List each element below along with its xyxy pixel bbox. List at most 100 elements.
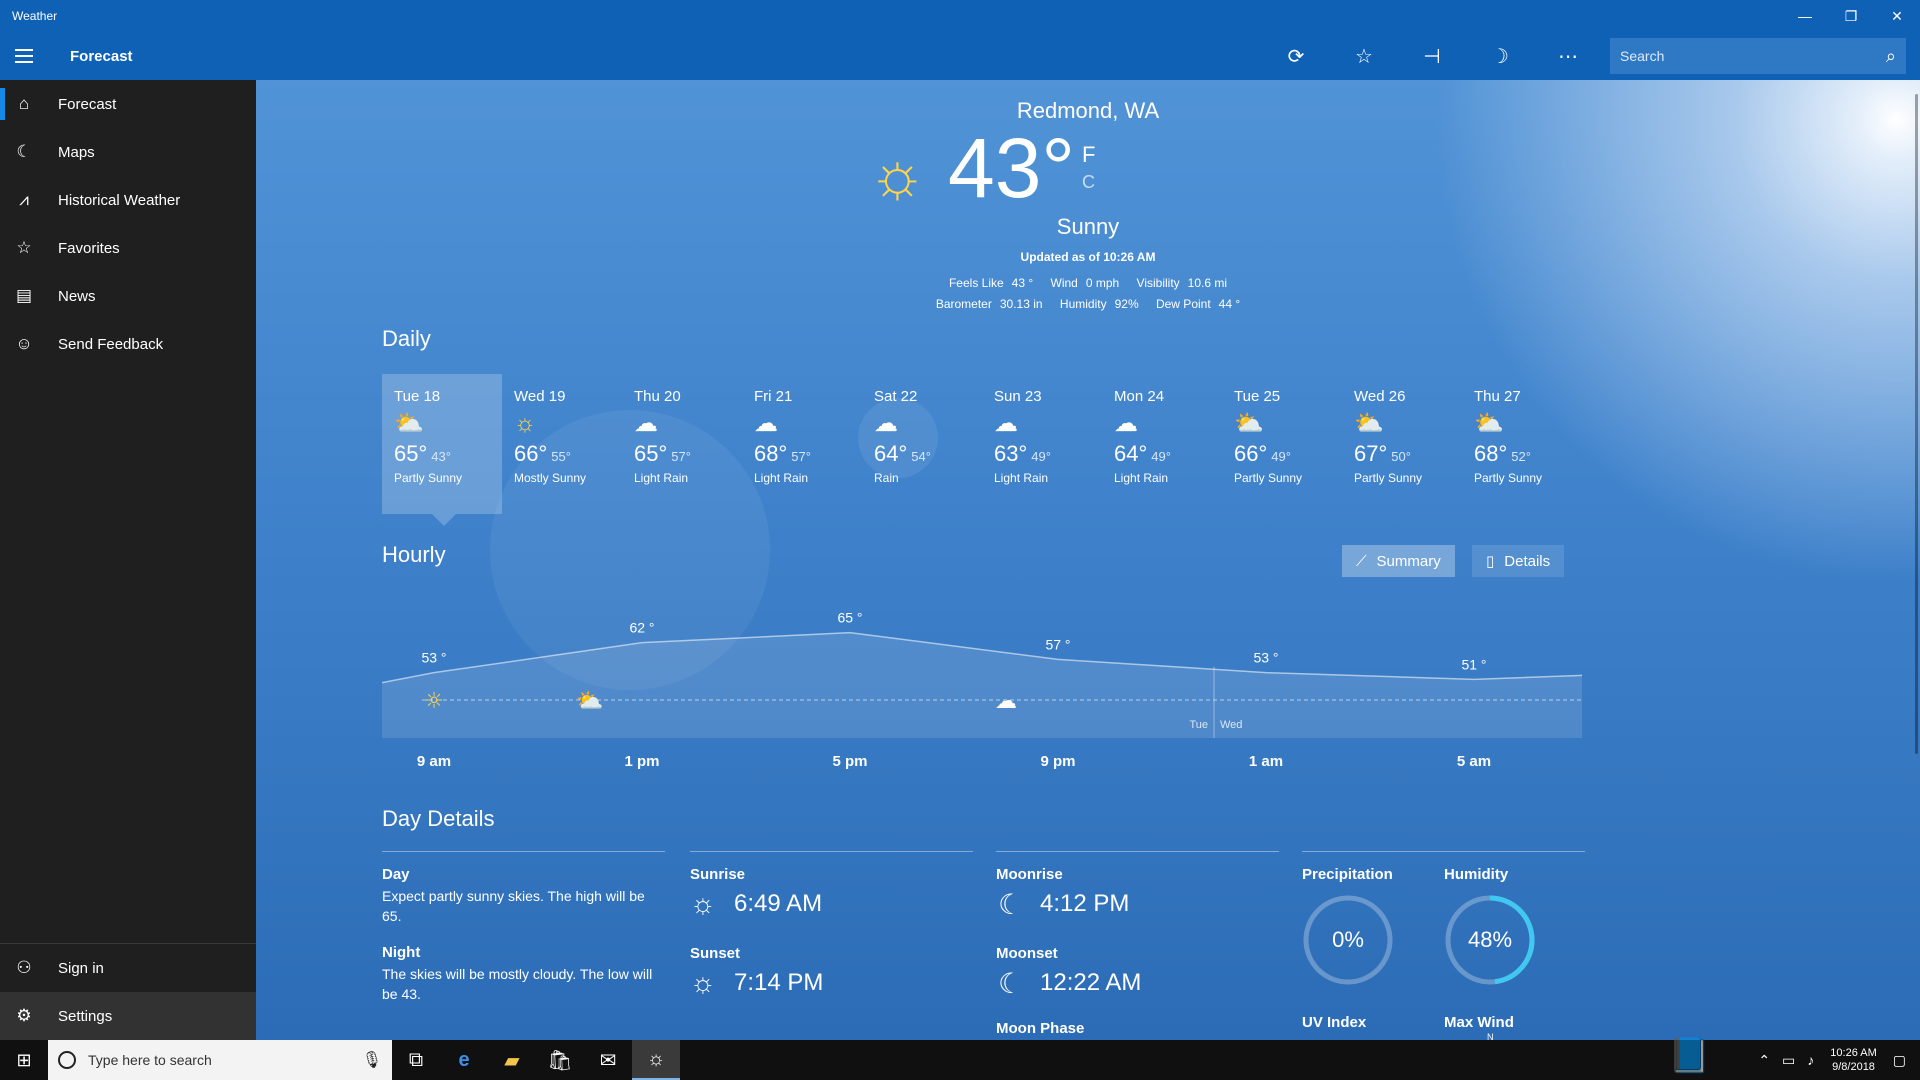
- sidebar-bottom: ⚇ Sign in ⚙ Settings: [0, 943, 256, 1040]
- news-icon: ▤: [15, 286, 33, 305]
- day-details-title: Day Details: [382, 806, 495, 831]
- visibility: Visibility 10.6 mi: [1137, 276, 1227, 290]
- windows-logo-icon: ⊞: [16, 1049, 32, 1070]
- daily-card[interactable]: Tue 25 ⛅ 66° 49° Partly Sunny: [1222, 374, 1342, 514]
- store-button[interactable]: 🛍: [536, 1040, 584, 1080]
- sidebar-item-sign-in[interactable]: ⚇ Sign in: [0, 944, 256, 992]
- sidebar-item-favorites[interactable]: ☆ Favorites: [0, 224, 256, 272]
- sidebar-item-historical-weather[interactable]: ⩘ Historical Weather: [0, 176, 256, 224]
- barometer: Barometer 30.13 in: [936, 297, 1043, 311]
- unit-celsius[interactable]: C: [1082, 172, 1095, 193]
- detail-value: 0 mph: [1085, 276, 1120, 290]
- sidebar-item-settings[interactable]: ⚙ Settings: [0, 992, 256, 1040]
- sidebar-item-label: Historical Weather: [58, 191, 181, 209]
- detail-label: Humidity: [1059, 297, 1107, 311]
- sidebar-item-forecast[interactable]: ⌂ Forecast: [0, 80, 256, 128]
- details-row-2: Barometer 30.13 in Humidity 92% Dew Point 4…: [256, 297, 1920, 311]
- sidebar-item-label: Favorites: [58, 239, 120, 257]
- hamburger-icon: [15, 55, 33, 57]
- sidebar-item-label: Settings: [58, 1007, 113, 1025]
- hourly-time-label: 9 pm: [1040, 753, 1075, 770]
- detail-value: 44 °: [1218, 297, 1241, 311]
- high-temp: 66°: [514, 441, 548, 466]
- day-name: Sat 22: [874, 388, 918, 405]
- detail-value: 43 °: [1011, 276, 1034, 290]
- detail-value: 92%: [1114, 297, 1139, 311]
- forecast-content[interactable]: Redmond, WA ☼ 43° F C Sunny Updated as o…: [256, 80, 1920, 1040]
- edge-button[interactable]: e: [440, 1040, 488, 1080]
- hourly-temp-label: 53 °: [421, 650, 446, 666]
- sidebar-item-label: News: [58, 287, 96, 305]
- low-temp: 57°: [791, 449, 811, 464]
- details-row-1: Feels Like 43 ° Wind 0 mph Visibility 10.6 …: [256, 276, 1920, 290]
- day-name: Mon 24: [1114, 388, 1165, 405]
- detail-label: Visibility: [1136, 276, 1180, 290]
- sunset-time: 7:14 PM: [734, 969, 824, 996]
- action-center-icon[interactable]: ▢: [1893, 1052, 1906, 1069]
- day-condition: Light Rain: [754, 471, 809, 485]
- low-temp: 43°: [431, 449, 451, 464]
- pin-button[interactable]: ⊣: [1398, 32, 1466, 80]
- book-logo-icon: 📘: [1668, 1037, 1711, 1075]
- weather-icon: ☼: [646, 1047, 666, 1070]
- day-temps: 64° 54°: [874, 441, 982, 467]
- document-icon: ▯: [1486, 553, 1495, 570]
- daily-card[interactable]: Tue 18 ⛅ 65° 43° Partly Sunny: [382, 374, 502, 526]
- microphone-icon[interactable]: 🎙: [362, 1050, 382, 1070]
- restore-button[interactable]: ❐: [1828, 0, 1874, 32]
- day-name: Tue 25: [1234, 388, 1281, 405]
- more-button[interactable]: ⋯: [1534, 32, 1602, 80]
- daily-card[interactable]: Wed 26 ⛅ 67° 50° Partly Sunny: [1342, 374, 1462, 514]
- day-name: Wed 26: [1354, 388, 1406, 405]
- hourly-temp-label: 51 °: [1461, 656, 1486, 672]
- low-temp: 49°: [1271, 449, 1291, 464]
- sidebar-item-send-feedback[interactable]: ☺ Send Feedback: [0, 320, 256, 368]
- favorite-button[interactable]: ☆: [1330, 32, 1398, 80]
- daily-card[interactable]: Wed 19 ☼ 66° 55° Mostly Sunny: [502, 374, 622, 514]
- daily-card[interactable]: Thu 20 ☁ 65° 57° Light Rain: [622, 374, 742, 514]
- weather-taskbar-button[interactable]: ☼: [632, 1040, 680, 1080]
- daily-card[interactable]: Sat 22 ☁ 64° 54° Rain: [862, 374, 982, 514]
- sunrise-icon: ☼: [690, 888, 716, 919]
- taskbar-search: 🎙: [48, 1040, 392, 1080]
- daily-card[interactable]: Mon 24 ☁ 64° 49° Light Rain: [1102, 374, 1222, 514]
- sidebar-item-label: Sign in: [58, 959, 104, 977]
- moon-phase-label: Moon Phase: [996, 1020, 1085, 1037]
- theme-button[interactable]: ☽: [1466, 32, 1534, 80]
- scrollbar[interactable]: [1915, 94, 1918, 754]
- sidebar: ⌂ Forecast ☾ Maps ⩘ Historical Weather ☆…: [0, 80, 256, 1040]
- daily-card[interactable]: Fri 21 ☁ 68° 57° Light Rain: [742, 374, 862, 514]
- hourly-title: Hourly: [382, 542, 446, 567]
- dew-point: Dew Point 44 °: [1156, 297, 1240, 311]
- day-condition: Rain: [874, 471, 899, 485]
- daily-card[interactable]: Sun 23 ☁ 63° 49° Light Rain: [982, 374, 1102, 514]
- hourly-chart[interactable]: Tue Wed 53 ° 62 ° 65 ° 57 ° 53 ° 51 ° 9 am 1 pm 5 …: [382, 590, 1582, 850]
- detail-label: Barometer: [935, 297, 992, 311]
- summary-toggle[interactable]: ⟋ Summary: [1342, 545, 1455, 577]
- sunset-icon: ☼: [690, 967, 716, 998]
- precipitation-value: 0%: [1332, 927, 1364, 952]
- start-button[interactable]: ⊞: [0, 1040, 48, 1080]
- moonset-label: Moonset: [996, 945, 1058, 962]
- refresh-button[interactable]: ⟳: [1262, 32, 1330, 80]
- mail-button[interactable]: ✉: [584, 1040, 632, 1080]
- details-toggle[interactable]: ▯ Details: [1472, 545, 1565, 577]
- day-name: Fri 21: [754, 388, 793, 405]
- taskbar-search-input[interactable]: [88, 1052, 362, 1068]
- high-temp: 65°: [634, 441, 668, 466]
- command-bar: Forecast ⟳ ☆ ⊣ ☽ ⋯ ⌕: [0, 32, 1920, 80]
- search-input[interactable]: [1620, 48, 1886, 64]
- unit-fahrenheit[interactable]: F: [1082, 142, 1095, 168]
- file-explorer-button[interactable]: ▰: [488, 1040, 536, 1080]
- daily-card[interactable]: Thu 27 ⛅ 68° 52° Partly Sunny: [1462, 374, 1582, 514]
- task-view-button[interactable]: ⧉: [392, 1040, 440, 1080]
- sidebar-item-news[interactable]: ▤ News: [0, 272, 256, 320]
- hourly-time-label: 1 am: [1249, 753, 1283, 770]
- high-temp: 64°: [1114, 441, 1148, 466]
- minimize-button[interactable]: —: [1782, 0, 1828, 32]
- day-night-column: Day Expect partly sunny skies. The high …: [382, 851, 665, 1002]
- hamburger-menu-button[interactable]: [0, 32, 48, 80]
- close-button[interactable]: ✕: [1874, 0, 1920, 32]
- sidebar-item-maps[interactable]: ☾ Maps: [0, 128, 256, 176]
- search-icon[interactable]: ⌕: [1886, 46, 1896, 67]
